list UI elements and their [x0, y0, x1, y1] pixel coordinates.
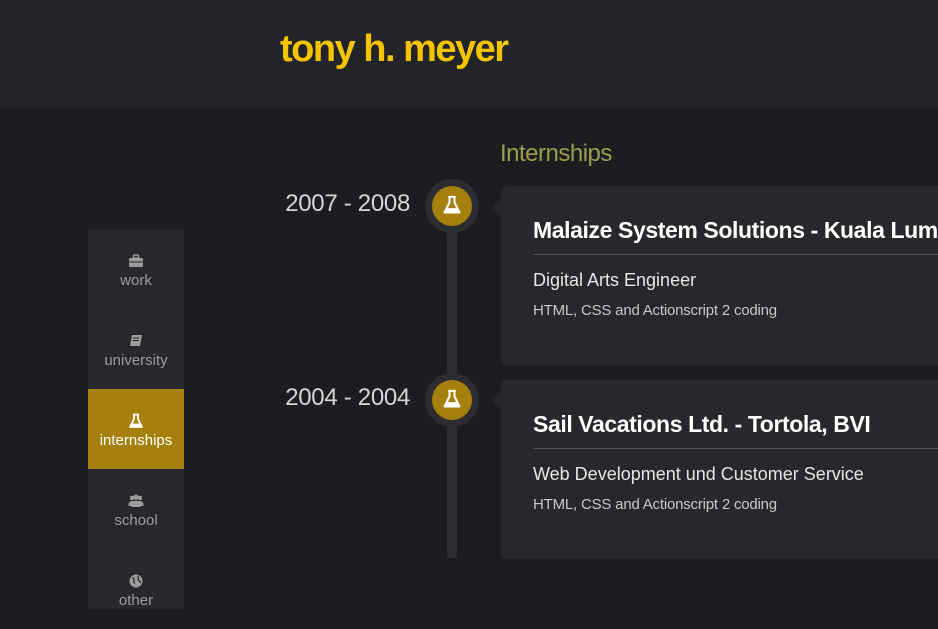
sidebar-item-label: internships: [99, 432, 173, 449]
card-divider: [533, 254, 938, 255]
card-description: HTML, CSS and Actionscript 2 coding: [533, 302, 777, 319]
timeline-card: Sail Vacations Ltd. - Tortola, BVI Web D…: [492, 380, 938, 559]
sidebar-item-work[interactable]: work: [88, 229, 184, 309]
card-divider: [533, 448, 938, 449]
card-role: Digital Arts Engineer: [533, 270, 697, 290]
section-title: Internships: [500, 140, 612, 167]
timeline-marker: [425, 373, 479, 427]
briefcase-icon: [128, 253, 144, 269]
timeline-year: 2007 - 2008: [285, 190, 410, 217]
flask-icon: [443, 389, 461, 408]
sidebar-item-university[interactable]: university: [88, 309, 184, 389]
sidebar-item-other[interactable]: other: [88, 549, 184, 629]
sidebar-item-school[interactable]: school: [88, 469, 184, 549]
sidebar-item-label: school: [114, 512, 158, 529]
sidebar-item-label: university: [104, 352, 168, 369]
sidebar-nav: work university internships school other: [88, 229, 184, 609]
sidebar-item-label: other: [118, 592, 154, 609]
timeline-year: 2004 - 2004: [285, 384, 410, 411]
site-header: tony h. meyer: [0, 0, 938, 108]
card-role: Web Development und Customer Service: [533, 464, 864, 484]
timeline-marker: [425, 179, 479, 233]
book-icon: [128, 333, 144, 349]
card-title: Malaize System Solutions - Kuala Lumpur: [533, 217, 938, 243]
timeline-card: Malaize System Solutions - Kuala Lumpur …: [492, 186, 938, 365]
site-title[interactable]: tony h. meyer: [280, 28, 509, 71]
card-description: HTML, CSS and Actionscript 2 coding: [533, 496, 777, 513]
flask-icon: [128, 413, 144, 429]
card-title: Sail Vacations Ltd. - Tortola, BVI: [533, 411, 871, 437]
sidebar-item-internships[interactable]: internships: [88, 389, 184, 469]
globe-icon: [128, 573, 144, 589]
flask-icon: [443, 195, 461, 214]
sidebar-item-label: work: [120, 272, 152, 289]
group-icon: [128, 493, 144, 509]
